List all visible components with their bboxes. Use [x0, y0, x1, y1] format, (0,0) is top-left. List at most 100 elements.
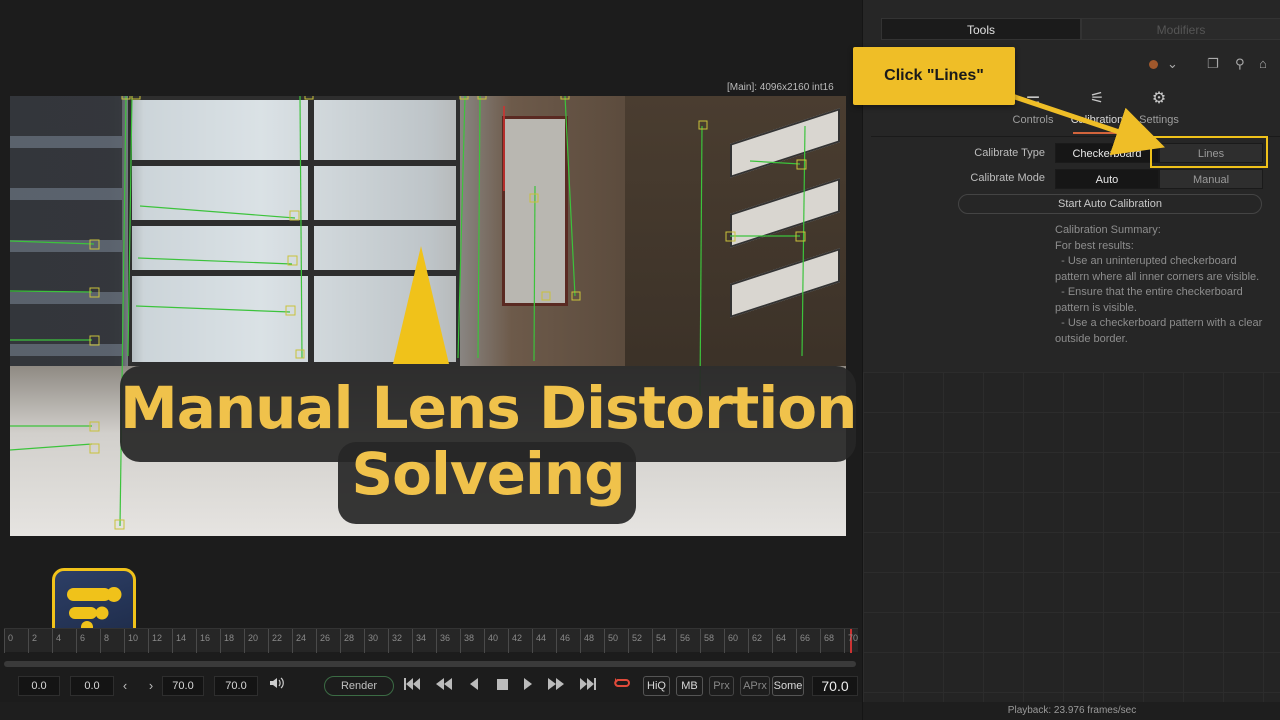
viewer[interactable]: [Main]: 4096x2160 int16 Manual Lens Dist… — [0, 0, 860, 652]
aprx-button[interactable]: APrx — [740, 676, 770, 696]
ruler-tick-label: 28 — [340, 629, 354, 653]
tracking-point — [289, 210, 300, 221]
skip-to-start-icon[interactable] — [400, 676, 424, 696]
inspector-header-icons: ⌄ ❐ ⚲ ⌂ — [1147, 56, 1277, 74]
current-frame-readout[interactable]: 70.0 — [812, 676, 858, 696]
start-time-field[interactable]: 0.0 — [18, 676, 60, 696]
mb-button[interactable]: MB — [676, 676, 703, 696]
timeline-scrub-bar[interactable] — [4, 661, 856, 667]
ruler-tick-label: 30 — [364, 629, 378, 653]
callout-click-lines: Click "Lines" — [853, 47, 1015, 105]
tracking-point — [571, 291, 581, 301]
summary-line: Calibration Summary: — [1055, 224, 1161, 236]
ruler-tick-label: 50 — [604, 629, 618, 653]
calibrate-mode-label: Calibrate Mode — [970, 172, 1045, 184]
ruler-tick-label: 22 — [268, 629, 282, 653]
global-start-field[interactable]: 0.0 — [70, 676, 114, 696]
rewind-icon[interactable] — [432, 676, 456, 696]
tracking-line — [127, 96, 133, 357]
tab-tools[interactable]: Tools — [881, 18, 1081, 40]
tracking-point — [459, 96, 469, 100]
some-button[interactable]: Some — [772, 676, 804, 696]
subtab-label: Settings — [1139, 114, 1179, 126]
tracking-line — [10, 443, 93, 451]
ruler-tick-label: 16 — [196, 629, 210, 653]
subtab-settings[interactable]: ⚙ Settings — [1129, 88, 1189, 132]
pin-icon[interactable]: ⚲ — [1235, 56, 1245, 72]
speaker-icon[interactable] — [266, 676, 288, 696]
ruler-tick-label: 38 — [460, 629, 474, 653]
tracking-line — [10, 240, 95, 245]
ruler-tick-label: 10 — [124, 629, 138, 653]
ruler-tick-label: 14 — [172, 629, 186, 653]
window-icon[interactable]: ❐ — [1207, 56, 1219, 72]
tracking-line — [699, 125, 703, 397]
global-end-field[interactable]: 70.0 — [214, 676, 258, 696]
ruler-tick-label: 0 — [4, 629, 13, 653]
render-button[interactable]: Render — [324, 676, 394, 696]
calibrate-mode-auto[interactable]: Auto — [1055, 169, 1159, 189]
prx-button[interactable]: Prx — [709, 676, 734, 696]
ruler-tick-label: 6 — [76, 629, 85, 653]
chevron-down-icon[interactable]: ⌄ — [1167, 56, 1178, 72]
tracking-line — [137, 257, 293, 265]
tracking-point — [541, 291, 551, 301]
inspector-tabs: Tools Modifiers — [881, 18, 1280, 40]
node-color-icon[interactable] — [1149, 60, 1158, 69]
chevron-right-icon[interactable]: › — [144, 676, 158, 696]
ruler-tick-label: 46 — [556, 629, 570, 653]
calibrate-mode-manual[interactable]: Manual — [1159, 169, 1263, 189]
stop-icon[interactable] — [492, 676, 512, 696]
viewer-status-bar — [0, 702, 862, 720]
headline-line2: Solveing — [351, 440, 625, 508]
summary-line: - Use a checkerboard pattern with a clea… — [1055, 317, 1266, 345]
hiq-button[interactable]: HiQ — [643, 676, 670, 696]
subtab-label: Calibration — [1070, 114, 1124, 126]
lock-icon[interactable]: ⌂ — [1259, 56, 1267, 71]
subtab-label: Controls — [1012, 114, 1054, 126]
tracking-line — [139, 205, 296, 219]
calibrate-type-checkerboard[interactable]: Checkerboard — [1055, 143, 1159, 163]
ruler-tick-label: 34 — [412, 629, 426, 653]
node-editor-area[interactable] — [863, 372, 1280, 702]
resolution-label: [Main]: 4096x2160 int16 — [727, 82, 834, 93]
play-icon[interactable] — [518, 676, 538, 696]
tracking-line — [749, 160, 801, 165]
loop-icon[interactable] — [610, 676, 634, 696]
ruler-tick-label: 20 — [244, 629, 258, 653]
tracking-point — [131, 96, 141, 100]
headline-line1: Manual Lens Distortion — [120, 374, 857, 442]
ruler-tick-label: 48 — [580, 629, 594, 653]
ruler-tick-label: 60 — [724, 629, 738, 653]
ruler-tick-label: 56 — [676, 629, 690, 653]
start-auto-calibration-button[interactable]: Start Auto Calibration — [958, 194, 1262, 214]
ruler-tick-label: 66 — [796, 629, 810, 653]
ruler-tick-label: 40 — [484, 629, 498, 653]
playback-status: Playback: 23.976 frames/sec — [863, 702, 1280, 720]
tracking-line — [477, 96, 481, 359]
play-reverse-icon[interactable] — [464, 676, 484, 696]
inspector-subtabs: ⚌ Controls ⚟ Calibration ⚙ Settings — [1003, 88, 1203, 134]
ruler-tick-label: 36 — [436, 629, 450, 653]
inspector-panel: Tools Modifiers ⌄ ❐ ⚲ ⌂ ⚌ Controls ⚟ Cal… — [862, 0, 1280, 720]
end-time-field[interactable]: 70.0 — [162, 676, 204, 696]
ruler-tick-label: 12 — [148, 629, 162, 653]
tracking-line — [135, 305, 291, 313]
fast-forward-icon[interactable] — [544, 676, 568, 696]
tracking-point — [477, 96, 487, 100]
tracking-point — [295, 349, 305, 359]
lines-highlight-box — [1150, 136, 1268, 168]
ruler-tick-label: 52 — [628, 629, 642, 653]
calibration-icon: ⚟ — [1089, 90, 1105, 107]
chevron-left-icon[interactable]: ‹ — [118, 676, 132, 696]
ruler-tick-label: 32 — [388, 629, 402, 653]
ruler-tick-label: 54 — [652, 629, 666, 653]
ruler-tick-label: 42 — [508, 629, 522, 653]
ruler-tick-label: 24 — [292, 629, 306, 653]
tab-modifiers[interactable]: Modifiers — [1081, 18, 1280, 40]
skip-to-end-icon[interactable] — [576, 676, 600, 696]
timeline-ruler[interactable]: 0 2 4 6 8 10 12 14 16 18 20 22 24 26 28 30 32 34 36 38 40 42 4… — [4, 628, 858, 653]
calibrate-mode-selector: Auto Manual — [1055, 169, 1263, 189]
tracking-line — [533, 185, 536, 362]
subtab-calibration[interactable]: ⚟ Calibration — [1067, 88, 1127, 134]
